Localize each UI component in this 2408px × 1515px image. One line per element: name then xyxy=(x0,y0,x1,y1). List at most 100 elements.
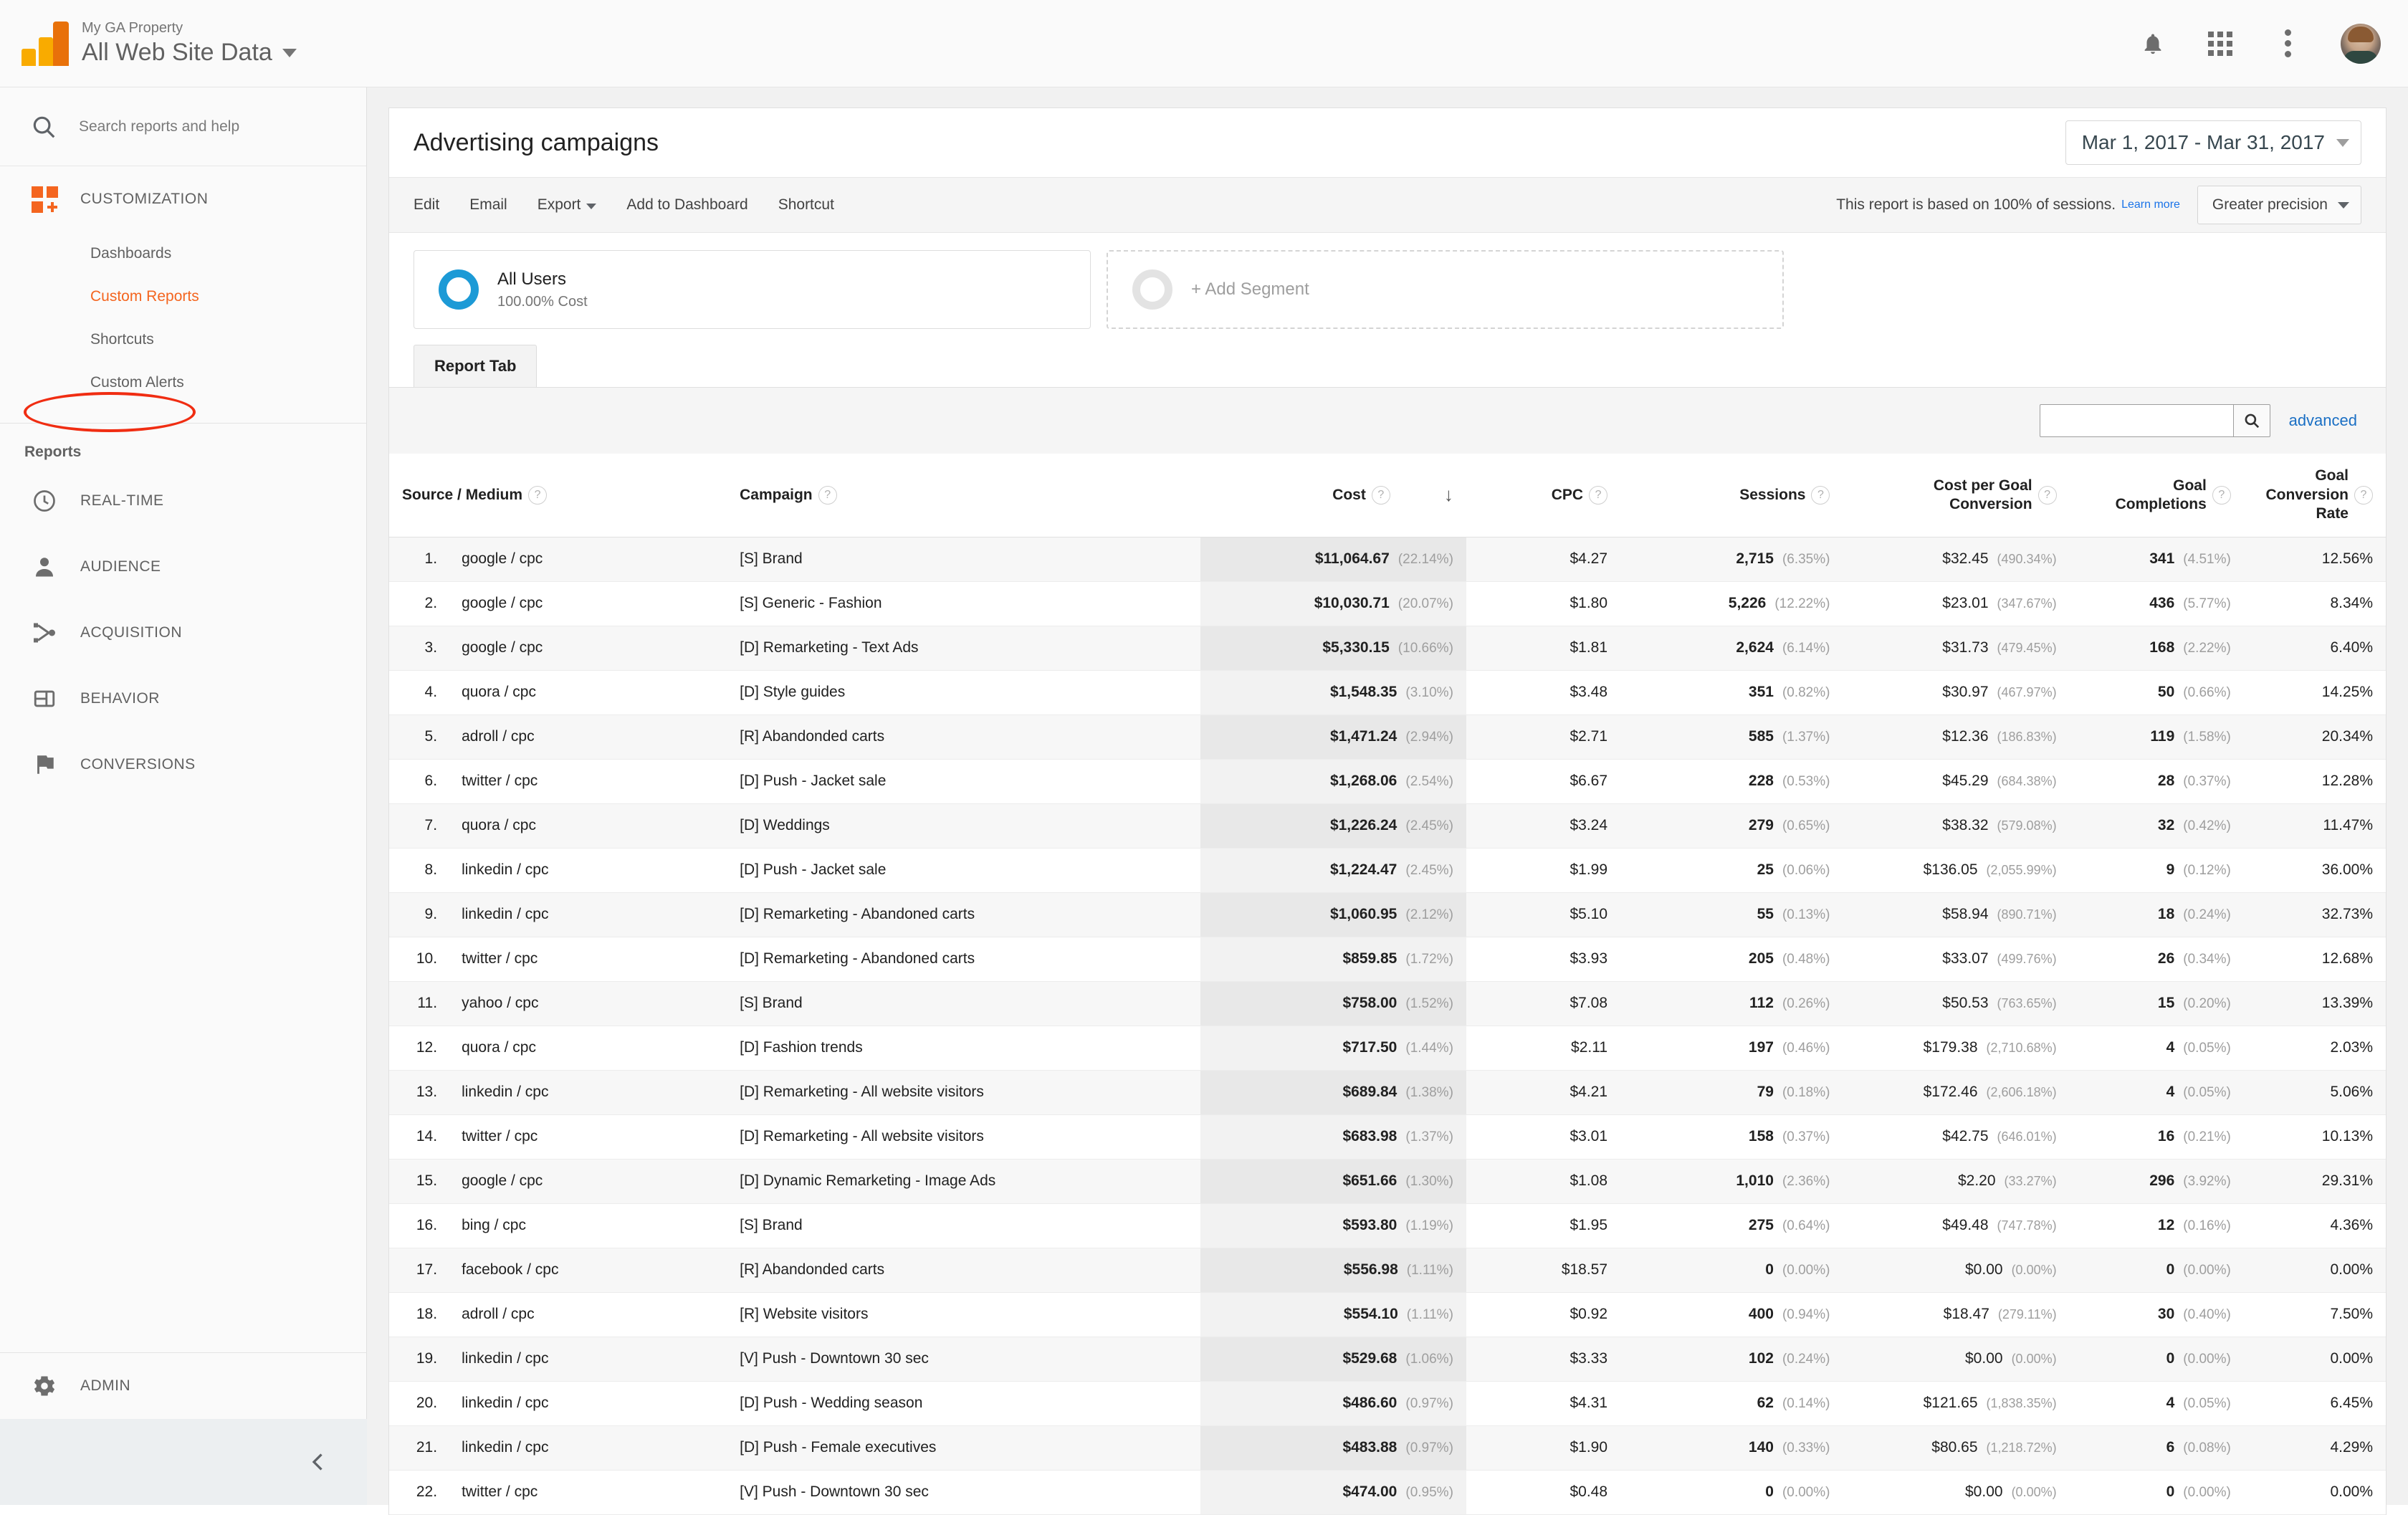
help-icon[interactable]: ? xyxy=(528,485,548,505)
table-search-input[interactable] xyxy=(2039,404,2233,437)
shortcut-button[interactable]: Shortcut xyxy=(778,196,834,214)
avatar[interactable] xyxy=(2341,23,2381,64)
sidebar-item-audience[interactable]: AUDIENCE xyxy=(0,534,366,600)
edit-button[interactable]: Edit xyxy=(414,196,439,214)
sidebar-search[interactable] xyxy=(0,87,366,166)
table-row[interactable]: 4. quora / cpc [D] Style guides $1,548.35 (3… xyxy=(389,670,2386,715)
sidebar-item-custom-reports[interactable]: Custom Reports xyxy=(0,275,366,318)
help-icon[interactable]: ? xyxy=(2037,485,2057,505)
cell-source-medium[interactable]: bing / cpc xyxy=(449,1203,727,1248)
cell-campaign[interactable]: [R] Abandonded carts xyxy=(727,715,1200,760)
table-row[interactable]: 8. linkedin / cpc [D] Push - Jacket sale $1… xyxy=(389,848,2386,893)
sidebar-item-dashboards[interactable]: Dashboards xyxy=(0,232,366,275)
cell-campaign[interactable]: [R] Website visitors xyxy=(727,1292,1200,1337)
cell-source-medium[interactable]: google / cpc xyxy=(449,581,727,626)
cell-campaign[interactable]: [V] Push - Downtown 30 sec xyxy=(727,1470,1200,1515)
table-row[interactable]: 17. facebook / cpc [R] Abandonded carts $55… xyxy=(389,1248,2386,1293)
sort-indicator-cell[interactable]: ↓ xyxy=(1403,454,1466,537)
cell-campaign[interactable]: [D] Remarketing - All website visitors xyxy=(727,1114,1200,1160)
cell-source-medium[interactable]: twitter / cpc xyxy=(449,1470,727,1515)
table-row[interactable]: 5. adroll / cpc [R] Abandonded carts $1,471… xyxy=(389,715,2386,760)
cell-campaign[interactable]: [D] Remarketing - Text Ads xyxy=(727,626,1200,671)
email-button[interactable]: Email xyxy=(469,196,507,214)
advanced-link[interactable]: advanced xyxy=(2289,411,2357,430)
chevron-down-icon[interactable] xyxy=(282,48,297,57)
sidebar-item-conversions[interactable]: CONVERSIONS xyxy=(0,732,366,798)
sidebar-item-behavior[interactable]: BEHAVIOR xyxy=(0,666,366,732)
table-row[interactable]: 20. linkedin / cpc [D] Push - Wedding seas… xyxy=(389,1381,2386,1426)
cell-campaign[interactable]: [S] Brand xyxy=(727,981,1200,1026)
cell-campaign[interactable]: [R] Abandonded carts xyxy=(727,1248,1200,1293)
cell-source-medium[interactable]: yahoo / cpc xyxy=(449,981,727,1026)
property-selector[interactable]: My GA Property All Web Site Data xyxy=(82,20,297,67)
add-segment-button[interactable]: + Add Segment xyxy=(1107,250,1784,329)
cell-source-medium[interactable]: google / cpc xyxy=(449,626,727,671)
cell-source-medium[interactable]: adroll / cpc xyxy=(449,715,727,760)
cell-source-medium[interactable]: quora / cpc xyxy=(449,803,727,849)
export-button[interactable]: Export xyxy=(538,196,597,214)
date-range-picker[interactable]: Mar 1, 2017 - Mar 31, 2017 xyxy=(2065,120,2361,165)
cell-campaign[interactable]: [D] Remarketing - Abandoned carts xyxy=(727,892,1200,937)
cell-source-medium[interactable]: linkedin / cpc xyxy=(449,1337,727,1382)
help-icon[interactable]: ? xyxy=(2212,485,2231,505)
cell-campaign[interactable]: [D] Remarketing - All website visitors xyxy=(727,1070,1200,1115)
table-row[interactable]: 3. google / cpc [D] Remarketing - Text Ads… xyxy=(389,626,2386,671)
table-row[interactable]: 15. google / cpc [D] Dynamic Remarketing -… xyxy=(389,1159,2386,1204)
column-header-cost[interactable]: Cost ? xyxy=(1200,454,1403,537)
cell-source-medium[interactable]: facebook / cpc xyxy=(449,1248,727,1293)
table-row[interactable]: 16. bing / cpc [S] Brand $593.80 (1.19%) $1.9… xyxy=(389,1203,2386,1248)
more-vert-icon[interactable] xyxy=(2273,29,2302,58)
table-row[interactable]: 9. linkedin / cpc [D] Remarketing - Abando… xyxy=(389,892,2386,937)
sidebar-item-real-time[interactable]: REAL-TIME xyxy=(0,468,366,534)
table-row[interactable]: 13. linkedin / cpc [D] Remarketing - All w… xyxy=(389,1070,2386,1115)
cell-source-medium[interactable]: twitter / cpc xyxy=(449,937,727,982)
bell-icon[interactable] xyxy=(2139,29,2167,58)
sidebar-collapse-button[interactable] xyxy=(0,1419,367,1505)
help-icon[interactable]: ? xyxy=(1589,485,1608,505)
table-row[interactable]: 22. twitter / cpc [V] Push - Downtown 30 s… xyxy=(389,1470,2386,1515)
cell-campaign[interactable]: [S] Brand xyxy=(727,1203,1200,1248)
cell-campaign[interactable]: [D] Remarketing - Abandoned carts xyxy=(727,937,1200,982)
help-icon[interactable]: ? xyxy=(1371,485,1390,505)
segment-all-users[interactable]: All Users 100.00% Cost xyxy=(414,250,1091,329)
cell-campaign[interactable]: [D] Push - Female executives xyxy=(727,1425,1200,1471)
cell-source-medium[interactable]: linkedin / cpc xyxy=(449,892,727,937)
sidebar-item-shortcuts[interactable]: Shortcuts xyxy=(0,318,366,361)
help-icon[interactable]: ? xyxy=(818,485,837,505)
precision-selector[interactable]: Greater precision xyxy=(2197,186,2361,224)
column-header-goal-completions[interactable]: Goal Completions ? xyxy=(2069,454,2244,537)
cell-source-medium[interactable]: adroll / cpc xyxy=(449,1292,727,1337)
table-row[interactable]: 2. google / cpc [S] Generic - Fashion $10,0… xyxy=(389,581,2386,626)
table-row[interactable]: 18. adroll / cpc [R] Website visitors $554.… xyxy=(389,1292,2386,1337)
cell-source-medium[interactable]: twitter / cpc xyxy=(449,759,727,804)
cell-source-medium[interactable]: twitter / cpc xyxy=(449,1114,727,1160)
cell-source-medium[interactable]: google / cpc xyxy=(449,537,727,582)
cell-campaign[interactable]: [D] Push - Wedding season xyxy=(727,1381,1200,1426)
cell-campaign[interactable]: [D] Push - Jacket sale xyxy=(727,848,1200,893)
column-header-goal-conversion-rate[interactable]: Goal Conversion Rate ? xyxy=(2243,454,2386,537)
cell-source-medium[interactable]: quora / cpc xyxy=(449,670,727,715)
help-icon[interactable]: ? xyxy=(2354,485,2373,505)
column-header-sessions[interactable]: Sessions ? xyxy=(1620,454,1843,537)
table-row[interactable]: 11. yahoo / cpc [S] Brand $758.00 (1.52%) $7.… xyxy=(389,981,2386,1026)
cell-campaign[interactable]: [D] Dynamic Remarketing - Image Ads xyxy=(727,1159,1200,1204)
sidebar-item-admin[interactable]: ADMIN xyxy=(0,1353,367,1419)
cell-source-medium[interactable]: linkedin / cpc xyxy=(449,1381,727,1426)
column-header-campaign[interactable]: Campaign ? xyxy=(727,454,1200,537)
column-header-source-medium[interactable]: Source / Medium ? xyxy=(389,454,727,537)
cell-source-medium[interactable]: linkedin / cpc xyxy=(449,1070,727,1115)
sidebar-item-custom-alerts[interactable]: Custom Alerts xyxy=(0,361,366,404)
cell-source-medium[interactable]: linkedin / cpc xyxy=(449,848,727,893)
add-to-dashboard-button[interactable]: Add to Dashboard xyxy=(626,196,747,214)
cell-campaign[interactable]: [S] Brand xyxy=(727,537,1200,582)
table-row[interactable]: 7. quora / cpc [D] Weddings $1,226.24 (2.45%… xyxy=(389,803,2386,849)
table-row[interactable]: 19. linkedin / cpc [V] Push - Downtown 30 … xyxy=(389,1337,2386,1382)
cell-campaign[interactable]: [D] Fashion trends xyxy=(727,1026,1200,1071)
cell-campaign[interactable]: [S] Generic - Fashion xyxy=(727,581,1200,626)
cell-campaign[interactable]: [D] Push - Jacket sale xyxy=(727,759,1200,804)
apps-grid-icon[interactable] xyxy=(2206,29,2235,58)
sidebar-item-customization[interactable]: CUSTOMIZATION xyxy=(0,166,366,232)
table-search-button[interactable] xyxy=(2232,404,2270,437)
column-header-cpc[interactable]: CPC ? xyxy=(1466,454,1621,537)
cell-campaign[interactable]: [D] Weddings xyxy=(727,803,1200,849)
